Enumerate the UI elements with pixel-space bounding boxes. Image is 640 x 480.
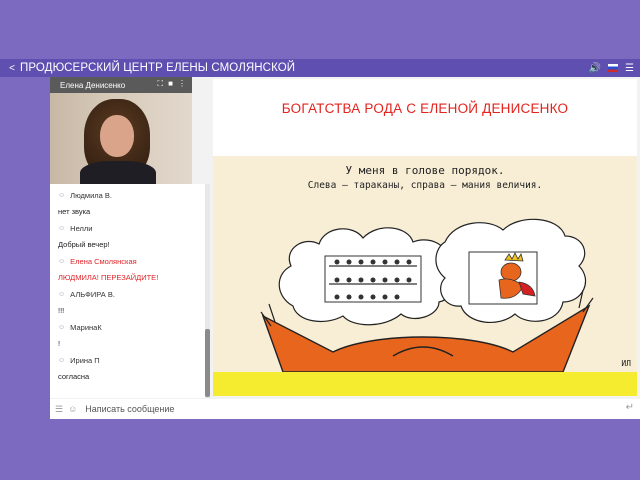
- volume-icon[interactable]: 🔊: [589, 63, 601, 74]
- scrollbar-thumb[interactable]: [205, 329, 210, 397]
- user-icon: ☺: [58, 323, 66, 331]
- webcam-feed: [50, 93, 192, 184]
- chat-author: МаринаК: [70, 322, 102, 332]
- chat-panel: ☺ Людмила В. нет звука ☺ Нелли Добрый вече…: [50, 184, 206, 398]
- chat-input[interactable]: Написать сообщение: [85, 404, 174, 414]
- chat-text: согласна: [58, 372, 90, 381]
- send-icon[interactable]: ↵: [626, 402, 634, 413]
- slide-title: БОГАТСТВА РОДА С ЕЛЕНОЙ ДЕНИСЕНКО: [281, 101, 569, 116]
- chat-input-bar: ☰ ☺ Написать сообщение ↵: [50, 399, 640, 419]
- emoji-icon[interactable]: ☺: [68, 404, 77, 414]
- chat-message: ☺ Людмила В. нет звука: [50, 189, 206, 217]
- user-icon: ☺: [58, 257, 66, 265]
- user-icon: ☺: [58, 191, 66, 199]
- top-bar: < ПРОДЮСЕРСКИЙ ЦЕНТР ЕЛЕНЫ СМОЛЯНСКОЙ 🔊 …: [0, 59, 640, 77]
- chat-text: !!!: [58, 306, 65, 315]
- expand-icon[interactable]: ⛶: [158, 79, 164, 89]
- chat-message: ☺ АЛЬФИРА В. !!!: [50, 288, 206, 316]
- cartoon-illustration: У меня в голове порядок. Слева — таракан…: [213, 156, 637, 372]
- chat-text: нет звука: [58, 207, 91, 216]
- presenter-name: Елена Денисенко: [60, 80, 126, 90]
- chat-message: ☺ Нелли Добрый вечер!: [50, 222, 206, 250]
- menu-lines-icon[interactable]: ☰: [55, 404, 63, 415]
- page-title: ПРОДЮСЕРСКИЙ ЦЕНТР ЕЛЕНЫ СМОЛЯНСКОЙ: [20, 62, 296, 74]
- chat-author: Елена Смолянская: [70, 256, 137, 266]
- flag-ru-icon[interactable]: [608, 64, 619, 72]
- artist-signature: ИЛ: [621, 359, 631, 368]
- video-panel: Елена Денисенко ⛶ ■ ⋮: [50, 77, 192, 184]
- chat-author: Людмила В.: [70, 190, 112, 200]
- chat-author: Нелли: [70, 223, 93, 233]
- chat-scrollbar[interactable]: [205, 184, 210, 398]
- chat-message: ☺ Ирина П согласна: [50, 354, 206, 382]
- camera-icon[interactable]: ■: [168, 79, 173, 89]
- menu-icon[interactable]: ☰: [625, 63, 634, 74]
- chat-author: Ирина П: [70, 355, 100, 365]
- share-icon[interactable]: <: [5, 63, 19, 74]
- more-icon[interactable]: ⋮: [178, 79, 186, 89]
- video-header: Елена Денисенко ⛶ ■ ⋮: [50, 77, 192, 93]
- cartoon-drawing: [260, 218, 594, 372]
- chat-text: ЛЮДМИЛА! ПЕРЕЗАЙДИТЕ!: [58, 273, 159, 282]
- chat-text: !: [58, 339, 61, 348]
- user-icon: ☺: [58, 224, 66, 232]
- chat-message: ☺ МаринаК !: [50, 321, 206, 349]
- top-bar-controls: 🔊 ☰: [589, 59, 634, 77]
- chat-author: АЛЬФИРА В.: [70, 289, 115, 299]
- slide-footer-band: [213, 372, 637, 396]
- presentation-slide: БОГАТСТВА РОДА С ЕЛЕНОЙ ДЕНИСЕНКО У меня…: [213, 79, 637, 396]
- chat-text: Добрый вечер!: [58, 240, 110, 249]
- chat-message: ☺ Елена Смолянская ЛЮДМИЛА! ПЕРЕЗАЙДИТЕ!: [50, 255, 206, 283]
- user-icon: ☺: [58, 356, 66, 364]
- user-icon: ☺: [58, 290, 66, 298]
